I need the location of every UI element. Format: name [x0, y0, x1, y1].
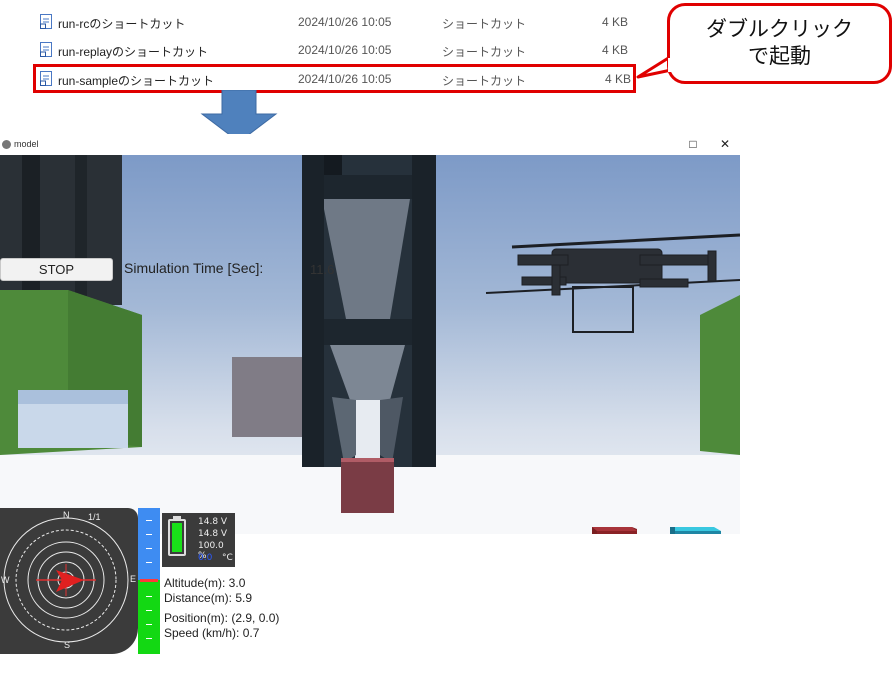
file-size: 4 KB	[601, 15, 628, 29]
battery-voltage-2: 14.8 V	[198, 529, 228, 539]
callout-join	[668, 58, 674, 72]
file-size: 4 KB	[604, 72, 631, 86]
callout-line1: ダブルクリック	[706, 18, 853, 41]
file-row-run-sample[interactable]: run-sampleのショートカット 2024/10/26 10:05 ショート…	[33, 64, 636, 93]
file-name: run-sampleのショートカット	[58, 74, 215, 88]
scene-render	[0, 155, 740, 534]
app-icon	[2, 140, 11, 149]
maximize-button[interactable]: □	[684, 137, 702, 151]
window-title: model	[14, 139, 39, 149]
file-date: 2024/10/26 10:05	[298, 72, 392, 86]
file-date: 2024/10/26 10:05	[298, 43, 392, 57]
compass-s: S	[64, 640, 71, 650]
file-name: run-replayのショートカット	[58, 45, 209, 59]
compass-n: N	[63, 510, 70, 520]
shortcut-file-icon	[40, 14, 52, 29]
gauge-lower	[138, 580, 160, 654]
file-date: 2024/10/26 10:05	[298, 15, 392, 29]
shortcut-file-icon	[40, 42, 52, 57]
file-type: ショートカット	[442, 74, 527, 88]
3d-viewport[interactable]: STOP Simulation Time [Sec]: 11.6	[0, 155, 740, 534]
file-type: ショートカット	[442, 45, 527, 59]
position-readout: Position(m): (2.9, 0.0)	[164, 611, 280, 625]
battery-voltage-1: 14.8 V	[198, 517, 228, 527]
compass-e: E	[130, 574, 137, 584]
simulation-window: model □ ✕ STOP Simulation Time [Sec]: 11…	[0, 134, 740, 534]
gauge-current-marker	[140, 579, 158, 582]
altitude-readout: Altitude(m): 3.0	[164, 576, 246, 590]
double-click-callout: ダブルクリック で起動	[667, 3, 892, 84]
shortcut-file-icon	[40, 71, 52, 86]
stop-button[interactable]: STOP	[0, 258, 113, 281]
compass-w: W	[1, 575, 10, 585]
altitude-gauge	[138, 508, 160, 654]
battery-icon	[168, 519, 186, 556]
close-button[interactable]: ✕	[716, 137, 734, 151]
file-type: ショートカット	[442, 17, 527, 31]
callout-line2: で起動	[748, 45, 811, 68]
compass-scale: 1/1	[88, 512, 101, 522]
temperature-value: 0.0	[198, 553, 213, 563]
temperature-unit: °C	[222, 553, 233, 563]
compass-panel: N 1/1 W E S	[0, 508, 138, 654]
simulation-time-value: 11.6	[310, 262, 335, 277]
distance-readout: Distance(m): 5.9	[164, 591, 253, 605]
speed-readout: Speed (km/h): 0.7	[164, 626, 260, 640]
file-row-run-rc[interactable]: run-rcのショートカット 2024/10/26 10:05 ショートカット …	[36, 9, 632, 35]
battery-panel: 14.8 V 14.8 V 100.0 % 0.0 °C	[162, 513, 235, 567]
window-titlebar: model □ ✕	[0, 134, 740, 155]
file-name: run-rcのショートカット	[58, 17, 186, 31]
gauge-upper	[138, 508, 160, 580]
simulation-time-label: Simulation Time [Sec]:	[124, 260, 264, 276]
compass-dial	[3, 517, 129, 643]
file-row-run-replay[interactable]: run-replayのショートカット 2024/10/26 10:05 ショート…	[36, 37, 632, 63]
file-size: 4 KB	[601, 43, 628, 57]
